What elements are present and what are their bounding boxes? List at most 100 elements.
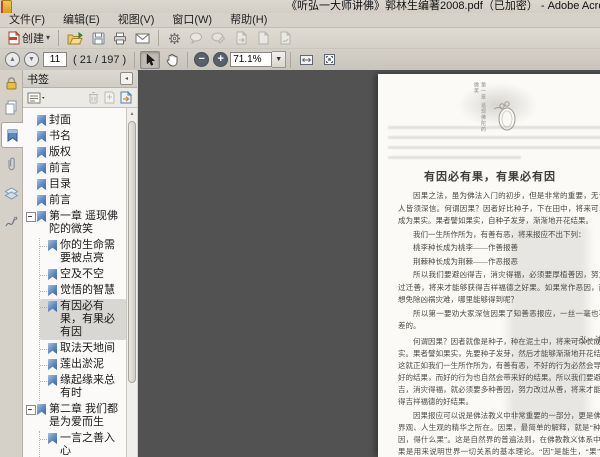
security-settings-button[interactable]	[2, 73, 20, 93]
zoom-dropdown-button[interactable]: ▼	[272, 51, 287, 68]
title-bar: 《听弘一大师讲佛》郭林生编著2008.pdf（已加密） - Adobe Acro…	[0, 0, 600, 13]
create-pdf-button[interactable]: 创建 ▾	[4, 29, 53, 47]
menu-window[interactable]: 窗口(W)	[163, 13, 221, 27]
envelope-icon	[135, 33, 150, 43]
bookmark-children: 一言之善入心 站在同一台阶上 善待到，早起	[39, 431, 126, 457]
bookmark-options-button[interactable]	[27, 92, 45, 104]
zoom-out-button[interactable]: −	[194, 52, 210, 67]
pdf-page: 第一章 遥现佛陀的微笑 有因必有果，有果必有因 因果之法，虽为佛法入门的初步，但…	[378, 74, 600, 457]
select-tool-button[interactable]	[140, 50, 161, 69]
menu-view[interactable]: 视图(V)	[109, 13, 164, 27]
arrow-down-icon: ▼	[28, 56, 35, 63]
bookmark-item[interactable]: 目录	[23, 177, 126, 192]
goto-bookmark-button[interactable]	[119, 91, 133, 104]
chevron-down-icon: ▾	[46, 33, 51, 42]
bookmark-item[interactable]: 你的生命需要被点亮	[40, 238, 126, 266]
expander-slot	[25, 194, 37, 196]
export-doc-button[interactable]	[231, 29, 251, 47]
new-bookmark-button[interactable]	[103, 91, 115, 104]
bleed-through-text	[388, 126, 600, 168]
bookmark-icon	[37, 131, 46, 142]
zoom-in-button[interactable]: +	[213, 52, 229, 67]
bookmark-item[interactable]: 前言	[23, 193, 126, 208]
hide-panel-button[interactable]: ◂	[120, 72, 133, 85]
quote-paragraph: 因果之法，虽为佛法入门的初步，但是非常的重要，无论何人皆须深信。何谓因果？因者好…	[398, 191, 600, 225]
layers-icon	[4, 186, 18, 200]
bookmarks-scrollbar[interactable]: ▲	[126, 108, 137, 457]
quote-paragraph: 桃李种长成为桃李——作善报善	[413, 243, 518, 252]
bookmark-icon	[37, 163, 46, 174]
bookmark-icon	[37, 115, 46, 126]
bookmark-icon	[48, 343, 57, 354]
fit-page-icon	[323, 54, 335, 65]
fit-width-icon	[300, 54, 314, 65]
page-thumbnails-button[interactable]	[2, 97, 20, 117]
document-area[interactable]: 第一章 遥现佛陀的微笑 有因必有果，有果必有因 因果之法，虽为佛法入门的初步，但…	[138, 70, 600, 457]
page-number-input[interactable]	[43, 52, 67, 67]
next-page-button[interactable]: ▼	[24, 52, 39, 67]
hand-tool-button[interactable]	[162, 51, 182, 69]
bookmark-item[interactable]: 觉悟的智慧	[40, 283, 126, 298]
tree-connector	[40, 307, 47, 309]
bookmark-item[interactable]: 一言之善入心	[40, 431, 126, 457]
bookmark-item[interactable]: 书名	[23, 129, 126, 144]
bookmark-item-selected[interactable]: 有因必有果，有果必有因	[40, 299, 126, 340]
print-button[interactable]	[110, 29, 130, 47]
email-button[interactable]	[132, 29, 153, 47]
bookmarks-panel-button[interactable]	[1, 122, 23, 148]
save-button[interactable]	[88, 29, 108, 47]
hand-icon	[166, 53, 178, 66]
signatures-panel-button[interactable]	[2, 212, 20, 232]
bookmark-item[interactable]: 版权	[23, 145, 126, 160]
chapter-number: 第一章	[480, 82, 486, 100]
collapse-icon[interactable]	[26, 212, 36, 222]
tree-connector	[40, 275, 47, 277]
toolbar: 创建 ▾ ▲ ▼ 11 (21 / 197) − + 71.1% ▼	[0, 28, 600, 71]
arrow-up-icon: ▲	[9, 56, 16, 63]
scroll-up-icon[interactable]: ▲	[127, 108, 137, 120]
bookmark-item-chapter1[interactable]: 第一章 遥现佛陀的微笑	[23, 209, 126, 237]
menu-help[interactable]: 帮助(H)	[221, 13, 276, 27]
goto-bookmark-icon	[120, 91, 133, 104]
bookmark-item[interactable]: 取法天地间	[40, 341, 126, 356]
sign-doc-button[interactable]	[275, 29, 295, 47]
bookmark-item[interactable]: 空及不空	[40, 267, 126, 282]
toolbar-separator	[290, 51, 292, 68]
bookmark-item[interactable]: 前言	[23, 161, 126, 176]
save-icon	[92, 32, 105, 44]
zoom-level-input[interactable]	[230, 52, 273, 67]
menu-file[interactable]: 文件(F)	[0, 13, 54, 27]
bookmark-icon	[7, 129, 18, 142]
comment-button[interactable]	[186, 29, 206, 47]
bookmark-item[interactable]: 莲出淤泥	[40, 357, 126, 372]
open-file-button[interactable]	[64, 29, 86, 47]
bookmark-icon	[48, 359, 57, 370]
delete-bookmark-button[interactable]	[88, 91, 99, 104]
annotate-button[interactable]	[208, 29, 229, 47]
expander-slot	[25, 403, 37, 415]
collapse-icon[interactable]	[26, 405, 36, 415]
fit-page-button[interactable]	[319, 51, 339, 69]
previous-page-button[interactable]: ▲	[5, 52, 20, 67]
toolbar-separator	[58, 30, 60, 46]
bookmark-children: 你的生命需要被点亮 空及不空 觉悟的智慧 有因必有果，有果必有因 取法天地间 莲…	[39, 238, 126, 401]
layers-panel-button[interactable]	[2, 183, 20, 203]
bookmark-item[interactable]: 缘起缘来总有时	[40, 373, 126, 401]
menu-edit[interactable]: 编辑(E)	[54, 13, 109, 27]
minus-icon: −	[198, 53, 205, 65]
bookmark-icon	[48, 269, 57, 280]
collapse-panel-icon: ◂	[124, 76, 128, 82]
document-arrow-icon	[280, 31, 291, 45]
tree-connector	[40, 365, 47, 367]
attachments-panel-button[interactable]	[2, 154, 20, 174]
bookmark-item-chapter2[interactable]: 第二章 我们都是为爱而生	[23, 402, 126, 430]
fit-width-button[interactable]	[296, 51, 317, 69]
toolbar-row-main: 创建 ▾	[0, 28, 600, 49]
chevron-down-icon: ▼	[275, 56, 283, 63]
stamp-bubble-icon	[211, 32, 226, 44]
scrollbar-thumb[interactable]	[128, 121, 136, 383]
combine-doc-button[interactable]	[253, 29, 273, 47]
settings-button[interactable]	[164, 29, 184, 47]
bookmark-item[interactable]: 封面	[23, 113, 126, 128]
gear-icon	[168, 32, 180, 44]
